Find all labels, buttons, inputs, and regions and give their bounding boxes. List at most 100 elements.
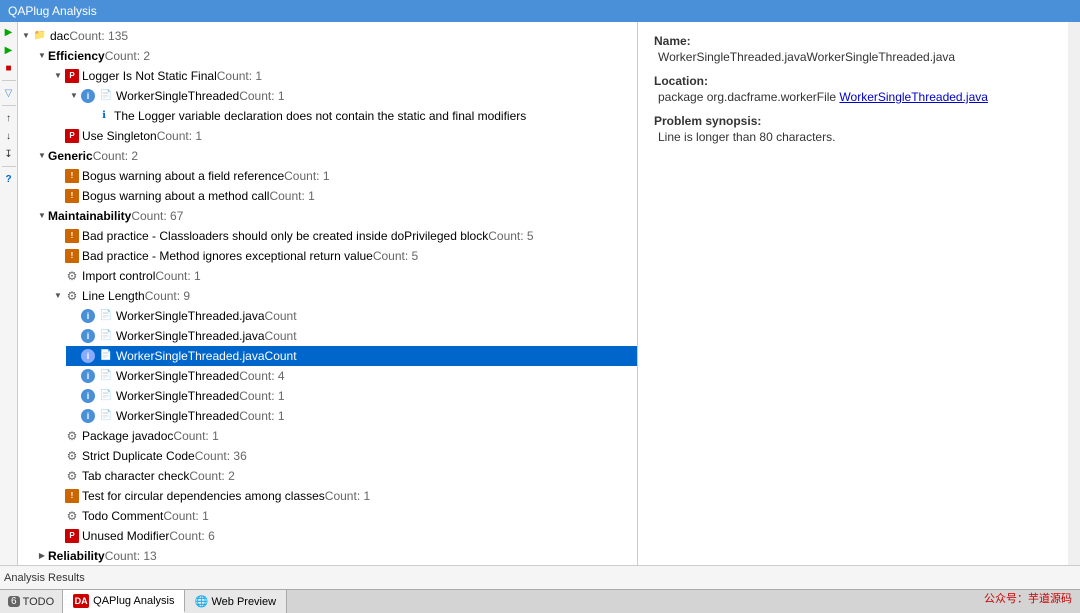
gear-icon-1: ⚙ — [64, 268, 80, 284]
todo-badge: 6 — [8, 596, 20, 607]
strict-dup-row[interactable]: ⚙ Strict Duplicate Code Count: 36 — [50, 446, 637, 466]
circle-file-icon-2: i — [80, 328, 96, 344]
linelength-count: Count: 9 — [145, 287, 190, 305]
badpractice-class-count: Count: 5 — [488, 227, 533, 245]
tab-check-label: Tab character check — [82, 467, 189, 485]
strict-dup-count: Count: 36 — [195, 447, 247, 465]
file-icon-7: 📄 — [98, 408, 114, 424]
maintainability-row[interactable]: Maintainability Count: 67 — [34, 206, 637, 226]
info-icon-1: ℹ — [96, 108, 112, 124]
generic-row[interactable]: Generic Count: 2 — [34, 146, 637, 166]
circle-file-icon-6: i — [80, 408, 96, 424]
bogus-field-row[interactable]: ! Bogus warning about a field reference … — [50, 166, 637, 186]
todo-tab[interactable]: 6 TODO — [0, 590, 63, 613]
warn-icon-1: ! — [64, 168, 80, 184]
webpreview-tab[interactable]: 🌐 Web Preview — [185, 590, 287, 613]
no-expand-1 — [84, 110, 96, 122]
tab-check-row[interactable]: ⚙ Tab character check Count: 2 — [50, 466, 637, 486]
no-expand-15 — [52, 450, 64, 462]
left-toolbar: ▶ ▶ ■ ▽ ↑ ↓ ↧ ? — [0, 22, 18, 565]
todo-comment-label: Todo Comment — [82, 507, 163, 525]
tree-panel[interactable]: 📁 dac Count: 135 Efficiency Count: 2 — [18, 22, 638, 565]
linelength-row[interactable]: ⚙ Line Length Count: 9 — [50, 286, 637, 306]
badpractice-class-row[interactable]: ! Bad practice - Classloaders should onl… — [50, 226, 637, 246]
details-panel: Name: WorkerSingleThreaded.javaWorkerSin… — [638, 22, 1068, 565]
bogus-field-count: Count: 1 — [284, 167, 329, 185]
expand-efficiency[interactable] — [36, 50, 48, 62]
logger-row[interactable]: P Logger Is Not Static Final Count: 1 — [50, 66, 637, 86]
expand-linelength[interactable] — [52, 290, 64, 302]
circle-file-icon-3: i — [80, 348, 96, 364]
name-value: WorkerSingleThreaded.javaWorkerSingleThr… — [654, 50, 1052, 64]
import-control-count: Count: 1 — [155, 267, 200, 285]
name-value-text: WorkerSingleThreaded.java — [658, 50, 807, 64]
run2-button[interactable]: ▶ — [1, 42, 17, 58]
stop-button[interactable]: ■ — [1, 60, 17, 76]
help-button[interactable]: ? — [1, 171, 17, 187]
circle-file-icon-4: i — [80, 368, 96, 384]
watermark: 公众号：芋道源码 — [984, 590, 1080, 613]
no-expand-10 — [68, 350, 80, 362]
no-expand-19 — [52, 530, 64, 542]
unused-modifier-row[interactable]: P Unused Modifier Count: 6 — [50, 526, 637, 546]
worker-file-2-row[interactable]: i 📄 WorkerSingleThreaded.java Count — [66, 326, 637, 346]
expand-generic[interactable] — [36, 150, 48, 162]
linelength-label: Line Length — [82, 287, 145, 305]
maintainability-node: Maintainability Count: 67 ! Bad practice… — [34, 206, 637, 546]
worker1-row[interactable]: i 📄 WorkerSingleThreaded Count: 1 — [66, 86, 637, 106]
tree-root-row[interactable]: 📁 dac Count: 135 — [18, 26, 637, 46]
export-button[interactable]: ↧ — [1, 146, 17, 162]
worker-file-4-count: Count: 4 — [239, 367, 284, 385]
file-icon-4: 📄 — [98, 348, 114, 364]
webpreview-icon: 🌐 — [195, 596, 207, 608]
run-button[interactable]: ▶ — [1, 24, 17, 40]
maint-count: Count: 67 — [131, 207, 183, 225]
expand-worker1[interactable] — [68, 90, 80, 102]
efficiency-node: Efficiency Count: 2 P Logger Is Not Stat… — [34, 46, 637, 146]
expand-reliability[interactable] — [36, 550, 48, 562]
pmd-icon-2: P — [64, 128, 80, 144]
worker-file-2-count: Count — [265, 327, 297, 345]
filter-button[interactable]: ▽ — [1, 85, 17, 101]
expand-dac[interactable] — [20, 30, 32, 42]
circular-dep-count: Count: 1 — [325, 487, 370, 505]
qaplug-tab-icon: DA — [73, 594, 89, 608]
qaplug-tab[interactable]: DA QAPlug Analysis — [63, 590, 185, 613]
badpractice-method-row[interactable]: ! Bad practice - Method ignores exceptio… — [50, 246, 637, 266]
no-expand-3 — [52, 170, 64, 182]
problem-value: Line is longer than 80 characters. — [654, 130, 1052, 144]
no-expand-7 — [52, 270, 64, 282]
worker-file-6-row[interactable]: i 📄 WorkerSingleThreaded Count: 1 — [66, 406, 637, 426]
bogus-field-label: Bogus warning about a field reference — [82, 167, 284, 185]
down-button[interactable]: ↓ — [1, 128, 17, 144]
worker-file-4-row[interactable]: i 📄 WorkerSingleThreaded Count: 4 — [66, 366, 637, 386]
import-control-row[interactable]: ⚙ Import control Count: 1 — [50, 266, 637, 286]
location-value: package org.dacframe.workerFile WorkerSi… — [654, 90, 1052, 104]
logger-msg-row[interactable]: ℹ The Logger variable declaration does n… — [82, 106, 637, 126]
warn-icon-5: ! — [64, 488, 80, 504]
location-link[interactable]: WorkerSingleThreaded.java — [839, 90, 988, 104]
worker-file-1-row[interactable]: i 📄 WorkerSingleThreaded.java Count — [66, 306, 637, 326]
singleton-row[interactable]: P Use Singleton Count: 1 — [50, 126, 637, 146]
todo-comment-count: Count: 1 — [163, 507, 208, 525]
file-icon-5: 📄 — [98, 368, 114, 384]
worker-file-3-row[interactable]: i 📄 WorkerSingleThreaded.java Count — [66, 346, 637, 366]
bogus-method-row[interactable]: ! Bogus warning about a method call Coun… — [50, 186, 637, 206]
dac-icon: 📁 — [32, 28, 48, 44]
up-button[interactable]: ↑ — [1, 110, 17, 126]
pkg-javadoc-row[interactable]: ⚙ Package javadoc Count: 1 — [50, 426, 637, 446]
warn-icon-3: ! — [64, 228, 80, 244]
todo-comment-row[interactable]: ⚙ Todo Comment Count: 1 — [50, 506, 637, 526]
worker-file-5-row[interactable]: i 📄 WorkerSingleThreaded Count: 1 — [66, 386, 637, 406]
bottom-tabs: 6 TODO DA QAPlug Analysis 🌐 Web Preview … — [0, 589, 1080, 613]
expand-maint[interactable] — [36, 210, 48, 222]
generic-label: Generic — [48, 147, 93, 165]
name-value-text2: WorkerSingleThreaded.java — [807, 50, 956, 64]
circular-dep-row[interactable]: ! Test for circular dependencies among c… — [50, 486, 637, 506]
efficiency-row[interactable]: Efficiency Count: 2 — [34, 46, 637, 66]
expand-logger[interactable] — [52, 70, 64, 82]
file-icon-2: 📄 — [98, 308, 114, 324]
badpractice-method-count: Count: 5 — [373, 247, 418, 265]
reliability-row[interactable]: Reliability Count: 13 — [34, 546, 637, 565]
logger-label: Logger Is Not Static Final — [82, 67, 217, 85]
